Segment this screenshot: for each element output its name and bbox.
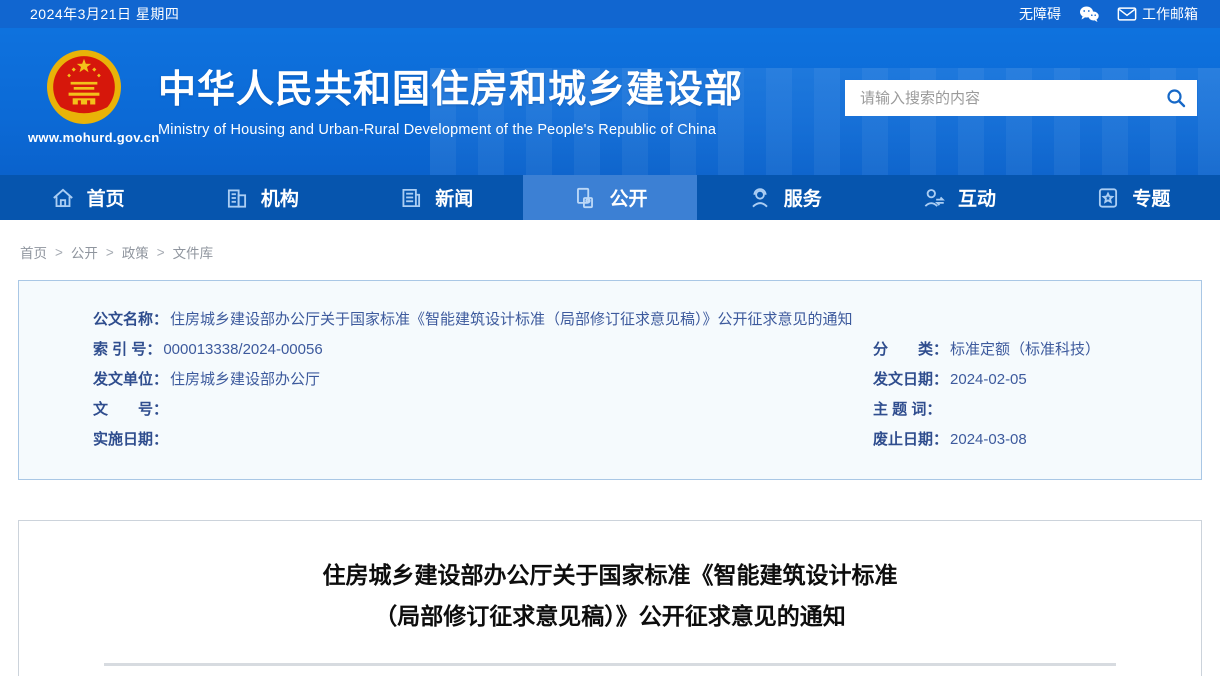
breadcrumb-separator: > (55, 245, 63, 260)
nav-label: 服务 (784, 184, 822, 211)
nav-label: 公开 (609, 184, 647, 211)
implementation-date-value (168, 425, 170, 455)
meta-row: 文 号： 主 题 词： (93, 395, 1161, 425)
doc-number-value (168, 395, 170, 425)
doc-name-value: 住房城乡建设部办公厅关于国家标准《智能建筑设计标准（局部修订征求意见稿）》公开征… (168, 305, 853, 335)
breadcrumb-current: 文件库 (173, 242, 214, 262)
nav-label: 机构 (261, 184, 299, 211)
interaction-icon (921, 185, 947, 211)
nav-item-interaction[interactable]: 互动 (871, 175, 1045, 220)
main-nav: 首页 机构 新闻 公开 (0, 175, 1220, 220)
meta-row-name: 公文名称： 住房城乡建设部办公厅关于国家标准《智能建筑设计标准（局部修订征求意见… (93, 305, 1161, 335)
abolition-date-value: 2024-03-08 (948, 425, 1027, 455)
page: 2024年3月21日 星期四 无障碍 (0, 0, 1220, 676)
meta-row: 发文单位： 住房城乡建设部办公厅 发文日期： 2024-02-05 (93, 365, 1161, 395)
category-value: 标准定额（标准科技） (948, 335, 1100, 365)
accessibility-link[interactable]: 无障碍 (1019, 4, 1061, 24)
news-icon (398, 185, 424, 211)
nav-item-home[interactable]: 首页 (0, 175, 174, 220)
nav-label: 新闻 (435, 184, 473, 211)
national-emblem (47, 50, 121, 124)
envelope-icon (1117, 6, 1137, 22)
issuing-unit-value: 住房城乡建设部办公厅 (168, 365, 320, 395)
breadcrumb-disclosure[interactable]: 公开 (71, 242, 98, 262)
top-bar-links: 无障碍 (1019, 4, 1198, 24)
wechat-icon[interactable] (1077, 4, 1101, 24)
index-number-value: 000013338/2024-00056 (161, 335, 322, 365)
service-icon (747, 185, 773, 211)
site-header: www.mohurd.gov.cn 中华人民共和国住房和城乡建设部 Minist… (0, 28, 1220, 175)
article-title-line1: 住房城乡建设部办公厅关于国家标准《智能建筑设计标准 (19, 555, 1201, 596)
search-icon (1165, 87, 1187, 109)
home-icon (50, 185, 76, 211)
abolition-date-label: 废止日期： (873, 425, 948, 455)
nav-item-organization[interactable]: 机构 (174, 175, 348, 220)
site-url: www.mohurd.gov.cn (28, 130, 140, 145)
nav-label: 专题 (1132, 184, 1170, 211)
subject-words-label: 主 题 词： (873, 395, 941, 425)
search-box (845, 80, 1197, 116)
issue-date-label: 发文日期： (873, 365, 948, 395)
nav-item-disclosure[interactable]: 公开 (523, 175, 697, 220)
site-brand: www.mohurd.gov.cn 中华人民共和国住房和城乡建设部 Minist… (28, 46, 743, 145)
doc-name-label: 公文名称： (93, 305, 168, 335)
implementation-date-label: 实施日期： (93, 425, 168, 455)
search-input[interactable] (845, 80, 1155, 116)
meta-row: 索 引 号： 000013338/2024-00056 分 类： 标准定额（标准… (93, 335, 1161, 365)
top-bar: 2024年3月21日 星期四 无障碍 (0, 0, 1220, 28)
document-meta-box: 公文名称： 住房城乡建设部办公厅关于国家标准《智能建筑设计标准（局部修订征求意见… (18, 280, 1202, 480)
nav-item-service[interactable]: 服务 (697, 175, 871, 220)
search-button[interactable] (1155, 80, 1197, 116)
current-date: 2024年3月21日 星期四 (30, 4, 179, 24)
index-number-label: 索 引 号： (93, 335, 161, 365)
article-box: 住房城乡建设部办公厅关于国家标准《智能建筑设计标准 （局部修订征求意见稿）》公开… (18, 520, 1202, 676)
site-title-en: Ministry of Housing and Urban-Rural Deve… (158, 122, 743, 138)
topics-icon (1095, 185, 1121, 211)
site-title-cn: 中华人民共和国住房和城乡建设部 (158, 58, 743, 113)
title-divider (104, 663, 1116, 666)
work-email-link[interactable]: 工作邮箱 (1117, 4, 1198, 24)
issue-date-value: 2024-02-05 (948, 365, 1027, 395)
breadcrumb-separator: > (157, 245, 165, 260)
doc-number-label: 文 号： (93, 395, 168, 425)
meta-row: 实施日期： 废止日期： 2024-03-08 (93, 425, 1161, 455)
nav-label: 首页 (87, 184, 125, 211)
category-label: 分 类： (873, 335, 948, 365)
issuing-unit-label: 发文单位： (93, 365, 168, 395)
article-title: 住房城乡建设部办公厅关于国家标准《智能建筑设计标准 （局部修订征求意见稿）》公开… (19, 555, 1201, 637)
breadcrumb-home[interactable]: 首页 (20, 242, 47, 262)
work-email-label: 工作邮箱 (1142, 4, 1198, 24)
disclosure-icon (572, 185, 598, 211)
nav-label: 互动 (958, 184, 996, 211)
breadcrumb: 首页 > 公开 > 政策 > 文件库 (0, 220, 1220, 262)
organization-icon (224, 185, 250, 211)
nav-item-topics[interactable]: 专题 (1046, 175, 1220, 220)
nav-item-news[interactable]: 新闻 (349, 175, 523, 220)
accessibility-label: 无障碍 (1019, 4, 1061, 24)
breadcrumb-separator: > (106, 245, 114, 260)
breadcrumb-policy[interactable]: 政策 (122, 242, 149, 262)
article-title-line2: （局部修订征求意见稿）》公开征求意见的通知 (19, 596, 1201, 637)
subject-words-value (941, 395, 943, 425)
